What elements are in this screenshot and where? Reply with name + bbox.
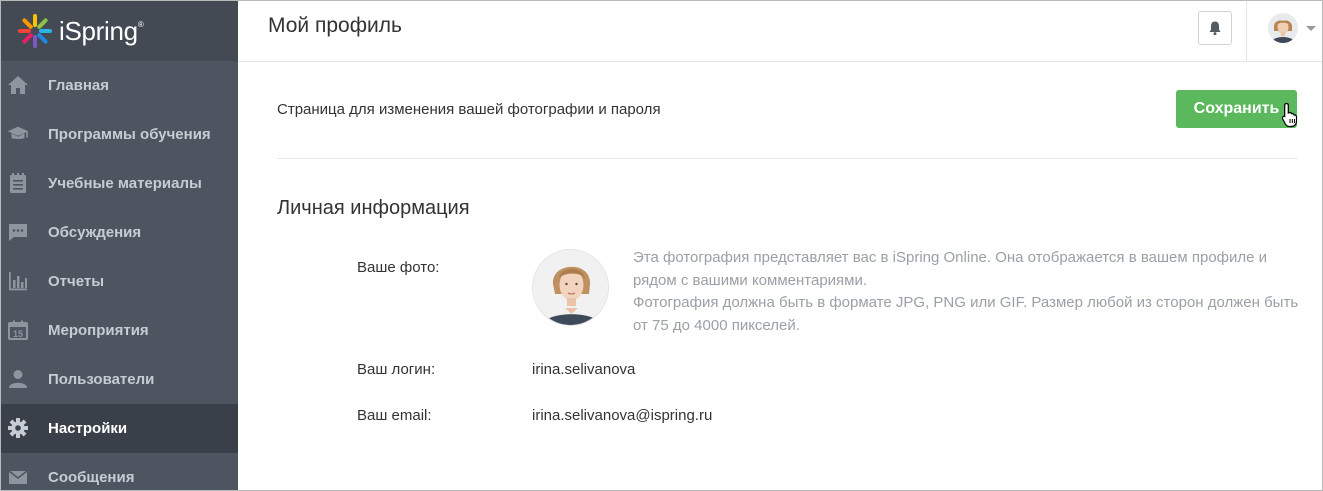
user-menu-caret-icon[interactable] <box>1306 26 1316 31</box>
logo[interactable]: iSpring® <box>1 1 238 61</box>
save-button[interactable]: Сохранить <box>1176 90 1297 128</box>
sidebar-item-discussions[interactable]: Обсуждения <box>1 208 238 257</box>
sidebar-item-users[interactable]: Пользователи <box>1 355 238 404</box>
bar-chart-icon <box>7 270 29 292</box>
sidebar-item-events[interactable]: 15 Мероприятия <box>1 306 238 355</box>
sidebar-item-messages[interactable]: Сообщения <box>1 453 238 490</box>
photo-help-line-2: Фотография должна быть в формате JPG, PN… <box>633 294 1299 334</box>
calendar-icon: 15 <box>7 319 29 341</box>
page-title: Мой профиль <box>268 14 402 37</box>
logo-text: iSpring® <box>59 15 144 46</box>
sidebar-item-materials[interactable]: Учебные материалы <box>1 159 238 208</box>
sidebar-item-label: Главная <box>48 77 110 94</box>
photo-help-text: Эта фотография представляет вас в iSprin… <box>633 247 1303 337</box>
user-icon <box>7 368 29 390</box>
sidebar-item-label: Учебные материалы <box>48 175 202 192</box>
graduation-cap-icon <box>7 123 29 145</box>
sidebar-item-label: Отчеты <box>48 273 105 290</box>
header-divider <box>1246 1 1247 61</box>
photo-label: Ваше фото: <box>357 259 440 276</box>
sidebar-item-label: Обсуждения <box>48 224 142 241</box>
user-avatar-image <box>1268 13 1298 43</box>
sidebar-item-label: Программы обучения <box>48 126 211 143</box>
content-divider <box>277 158 1297 159</box>
sidebar-item-label: Мероприятия <box>48 322 149 339</box>
email-label: Ваш email: <box>357 407 432 424</box>
sidebar-item-label: Пользователи <box>48 371 155 388</box>
sidebar-item-reports[interactable]: Отчеты <box>1 257 238 306</box>
ispring-logo-icon <box>18 14 52 48</box>
photo-help-line-1: Эта фотография представляет вас в iSprin… <box>633 249 1268 289</box>
login-label: Ваш логин: <box>357 361 436 378</box>
sidebar-item-programs[interactable]: Программы обучения <box>1 110 238 159</box>
svg-text:15: 15 <box>13 329 23 339</box>
top-header: Мой профиль <box>238 1 1322 62</box>
sidebar-item-label: Сообщения <box>48 469 135 486</box>
hand-cursor-icon <box>1281 102 1298 128</box>
sidebar: iSpring® Главная Программы обучения Учеб… <box>1 1 238 490</box>
notifications-button[interactable] <box>1198 11 1232 45</box>
chat-icon <box>7 221 29 243</box>
notepad-icon <box>7 172 29 194</box>
login-value: irina.selivanova <box>532 361 636 378</box>
sidebar-item-home[interactable]: Главная <box>1 61 238 110</box>
bell-icon <box>1209 21 1221 36</box>
user-avatar[interactable] <box>1268 13 1298 43</box>
profile-photo-image <box>533 250 608 325</box>
section-title: Личная информация <box>277 197 470 219</box>
main-content: Страница для изменения вашей фотографии … <box>238 62 1322 490</box>
sidebar-item-label: Настройки <box>48 420 128 437</box>
gear-icon <box>7 417 29 439</box>
profile-photo[interactable] <box>532 249 609 326</box>
email-value: irina.selivanova@ispring.ru <box>532 407 713 424</box>
envelope-icon <box>7 466 29 488</box>
sidebar-item-settings[interactable]: Настройки <box>1 404 238 453</box>
app-window: iSpring® Главная Программы обучения Учеб… <box>0 0 1323 491</box>
home-icon <box>7 74 29 96</box>
page-subtitle: Страница для изменения вашей фотографии … <box>277 101 661 118</box>
sidebar-nav: Главная Программы обучения Учебные матер… <box>1 61 238 490</box>
